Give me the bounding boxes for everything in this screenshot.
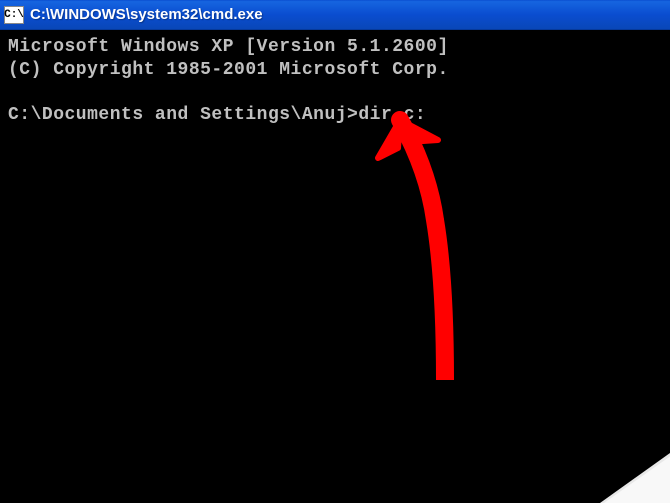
terminal-output[interactable]: Microsoft Windows XP [Version 5.1.2600] … [0,30,670,503]
window-title: C:\WINDOWS\system32\cmd.exe [30,6,263,23]
version-line: Microsoft Windows XP [Version 5.1.2600] [8,36,662,59]
page-fold-decoration [600,453,670,503]
command-input[interactable]: dir c: [358,104,426,127]
window-titlebar: C:\ C:\WINDOWS\system32\cmd.exe [0,0,670,30]
blank-line [8,81,662,104]
prompt-text: C:\Documents and Settings\Anuj> [8,104,358,127]
copyright-line: (C) Copyright 1985-2001 Microsoft Corp. [8,59,662,82]
prompt-line: C:\Documents and Settings\Anuj>dir c: [8,104,662,127]
cmd-icon: C:\ [4,6,24,24]
